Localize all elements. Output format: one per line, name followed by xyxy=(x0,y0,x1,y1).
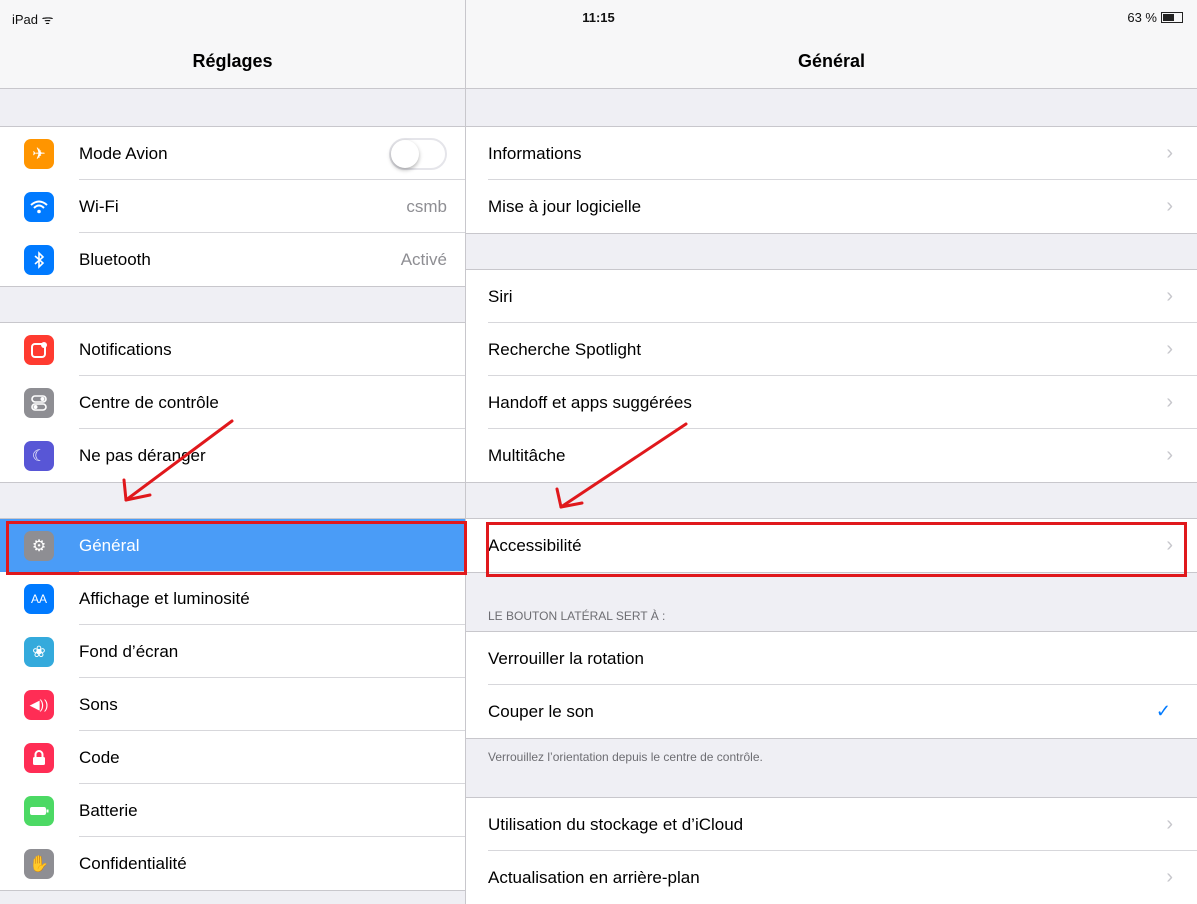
arrow-to-accessibility xyxy=(559,422,688,509)
annotation-arrows xyxy=(122,419,688,509)
arrow-to-accessibility-head xyxy=(555,487,584,509)
arrow-to-general xyxy=(124,419,234,502)
